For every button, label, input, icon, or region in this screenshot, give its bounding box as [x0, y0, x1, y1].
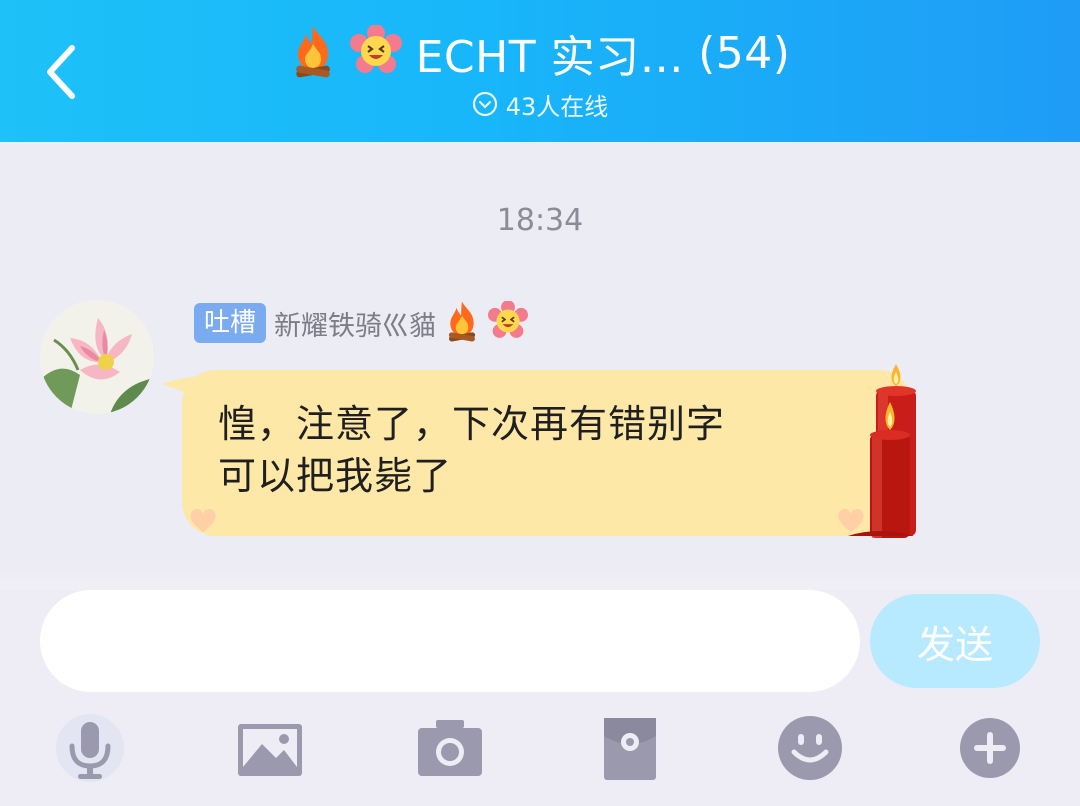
red-packet-icon [604, 718, 656, 780]
message-bubble[interactable]: 惶，注意了，下次再有错别字 可以把我毙了 [182, 370, 912, 536]
lotus-avatar-image [40, 300, 154, 414]
fire-emoji-icon [290, 24, 336, 82]
camera-button[interactable] [414, 712, 486, 784]
emoji-icon [778, 716, 842, 780]
sender-name[interactable]: 新耀铁骑巛貓 [274, 304, 436, 343]
fire-emoji-icon [444, 300, 480, 346]
online-count-text: 43人在线 [505, 92, 609, 121]
camera-icon [418, 720, 482, 776]
member-title-tag: 吐槽 [194, 303, 267, 343]
composer-divider [0, 566, 1080, 590]
flower-face-emoji-icon [488, 300, 529, 345]
message-text-line-1: 惶，注意了，下次再有错别字 [218, 402, 726, 446]
avatar[interactable] [40, 300, 154, 414]
red-packet-button[interactable] [594, 712, 666, 784]
message-timestamp: 18:34 [496, 203, 584, 238]
sender-row: 吐槽 新耀铁骑巛貓 [194, 300, 529, 346]
message-input[interactable] [40, 590, 860, 692]
group-title: ECHT 实习… [415, 32, 685, 83]
image-icon [238, 724, 302, 776]
message-text-line-2: 可以把我毙了 [218, 454, 453, 498]
member-count: (54) [698, 27, 791, 79]
microphone-icon [56, 714, 124, 782]
send-button[interactable]: 发送 [870, 594, 1040, 688]
more-button[interactable] [954, 712, 1026, 784]
chat-header: ECHT 实习… (54) 43人在线 [0, 0, 1080, 142]
candle-decoration-icon [848, 364, 916, 538]
chevron-down-circle-icon [472, 91, 497, 117]
plus-icon [960, 718, 1020, 778]
voice-button[interactable] [54, 712, 126, 784]
sticker-button[interactable] [774, 712, 846, 784]
flower-face-emoji-icon [349, 24, 402, 81]
photo-button[interactable] [234, 712, 306, 784]
group-title-row[interactable]: ECHT 实习… (54) [0, 22, 1080, 84]
heart-decoration-icon [190, 508, 216, 532]
online-status[interactable]: 43人在线 [0, 88, 1080, 121]
